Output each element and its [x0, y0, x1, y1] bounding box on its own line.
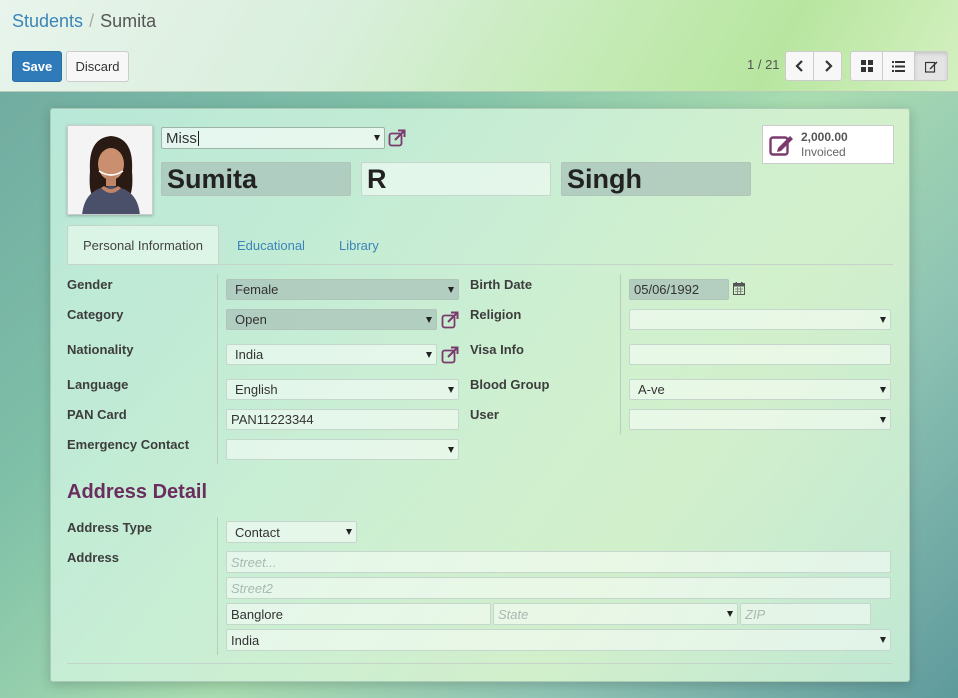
gender-select[interactable]: Female: [226, 279, 459, 300]
chevron-down-icon: [426, 316, 432, 323]
calendar-icon[interactable]: [733, 282, 745, 295]
religion-label: Religion: [470, 307, 522, 322]
zip-input[interactable]: ZIP: [740, 603, 871, 625]
first-name-input[interactable]: Sumita: [161, 162, 351, 196]
chevron-left-icon: [794, 60, 803, 72]
pager-next-button[interactable]: [813, 51, 842, 81]
street-input[interactable]: Street...: [226, 551, 891, 573]
category-value: Open: [235, 312, 267, 327]
country-select[interactable]: India: [226, 629, 891, 651]
nationality-label: Nationality: [67, 342, 134, 357]
emergency-contact-label: Emergency Contact: [67, 437, 190, 452]
blood-group-select[interactable]: A-ve: [629, 379, 891, 400]
pager-previous-button[interactable]: [785, 51, 814, 81]
language-label: Language: [67, 377, 129, 392]
chevron-right-icon: [824, 60, 833, 72]
street2-input[interactable]: Street2: [226, 577, 891, 599]
blood-group-value: A-ve: [638, 382, 665, 397]
chevron-down-icon: [426, 351, 432, 358]
state-placeholder: State: [498, 606, 529, 622]
user-label: User: [470, 407, 499, 422]
blood-group-label: Blood Group: [470, 377, 550, 392]
chevron-down-icon: [880, 386, 886, 393]
chevron-down-icon: [880, 316, 886, 323]
student-photo[interactable]: [67, 125, 153, 215]
user-select[interactable]: [629, 409, 891, 430]
list-view-button[interactable]: [882, 51, 915, 81]
tab-educational[interactable]: Educational: [237, 225, 305, 265]
right-label-divider: [620, 274, 621, 434]
address-type-label: Address Type: [67, 520, 153, 535]
address-label: Address: [67, 550, 120, 565]
breadcrumb-students-link[interactable]: Students: [12, 11, 83, 31]
breadcrumb-current: Sumita: [100, 11, 157, 31]
tab-library[interactable]: Library: [339, 225, 379, 265]
chevron-down-icon: [448, 386, 454, 393]
pager-value[interactable]: 1 / 21: [747, 57, 780, 72]
discard-button[interactable]: Discard: [66, 51, 129, 82]
middle-name-input[interactable]: R: [361, 162, 551, 196]
breadcrumb: Students / Sumita: [12, 11, 156, 32]
invoiced-label: Invoiced: [801, 145, 846, 159]
chevron-down-icon: [448, 446, 454, 453]
chevron-down-icon: [880, 637, 886, 643]
control-panel: Students / Sumita Save Discard 1 / 21: [0, 0, 958, 92]
address-type-select[interactable]: Contact: [226, 521, 357, 543]
external-link-icon[interactable]: [441, 346, 459, 364]
address-detail-title: Address Detail: [67, 481, 208, 503]
birth-date-input[interactable]: 05/06/1992: [629, 279, 729, 300]
gender-value: Female: [235, 282, 279, 297]
pencil-square-icon: [769, 135, 793, 156]
left-label-divider: [217, 274, 218, 464]
visa-info-input[interactable]: [629, 344, 891, 365]
tab-personal-information[interactable]: Personal Information: [67, 225, 219, 265]
last-name-input[interactable]: Singh: [561, 162, 751, 196]
chevron-down-icon: [727, 611, 733, 617]
gender-label: Gender: [67, 277, 113, 292]
student-avatar-image: [68, 126, 152, 214]
nationality-value: India: [235, 347, 264, 362]
chevron-down-icon: [880, 416, 886, 423]
form-view-button[interactable]: [914, 51, 948, 81]
chevron-down-icon: [374, 135, 380, 141]
pan-card-label: PAN Card: [67, 407, 127, 422]
birth-date-label: Birth Date: [470, 277, 533, 292]
list-icon: [892, 60, 905, 72]
pan-card-input[interactable]: PAN11223344: [226, 409, 459, 430]
address-label-divider: [217, 517, 218, 655]
external-link-icon[interactable]: [441, 311, 459, 329]
tabs-divider: [67, 264, 893, 265]
category-select[interactable]: Open: [226, 309, 437, 330]
invoiced-amount: 2,000.00: [801, 130, 848, 144]
grid-icon: [860, 60, 873, 72]
chevron-down-icon: [448, 286, 454, 293]
language-value: English: [235, 382, 278, 397]
address-type-value: Contact: [235, 524, 280, 540]
kanban-view-button[interactable]: [850, 51, 883, 81]
emergency-contact-select[interactable]: [226, 439, 459, 460]
language-select[interactable]: English: [226, 379, 459, 400]
edit-icon: [924, 61, 937, 73]
country-value: India: [231, 632, 260, 648]
invoiced-stat-button[interactable]: 2,000.00 Invoiced: [762, 125, 894, 164]
title-select[interactable]: Miss: [161, 127, 385, 149]
city-input[interactable]: Banglore: [226, 603, 491, 625]
breadcrumb-separator: /: [89, 11, 95, 31]
external-link-icon[interactable]: [388, 129, 406, 147]
visa-info-label: Visa Info: [470, 342, 524, 357]
save-button[interactable]: Save: [12, 51, 62, 82]
chevron-down-icon: [346, 529, 352, 535]
category-label: Category: [67, 307, 124, 322]
title-select-value: Miss: [166, 129, 197, 147]
state-select[interactable]: State: [493, 603, 738, 625]
nationality-select[interactable]: India: [226, 344, 437, 365]
form-bottom-divider: [67, 663, 893, 664]
religion-select[interactable]: [629, 309, 891, 330]
